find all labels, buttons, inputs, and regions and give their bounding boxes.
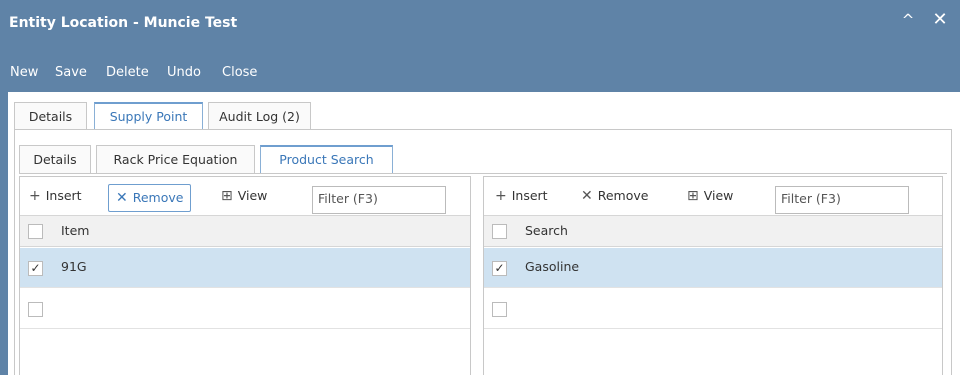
row-checkbox[interactable]: ✓ — [28, 261, 43, 276]
item-cell[interactable]: 91G — [61, 259, 87, 274]
remove-button[interactable]: ✕ Remove — [108, 184, 192, 212]
remove-label: Remove — [597, 188, 649, 203]
item-grid-header: Item — [20, 215, 470, 247]
tab-audit-log[interactable]: Audit Log (2) — [208, 102, 311, 130]
insert-label: Insert — [511, 188, 548, 203]
remove-button[interactable]: ✕ Remove — [581, 186, 648, 208]
row-checkbox[interactable] — [28, 302, 43, 317]
row-checkbox[interactable] — [492, 302, 507, 317]
supply-point-panel: Details Rack Price Equation Product Sear… — [14, 129, 952, 375]
close-icon[interactable]: ✕ — [929, 9, 951, 31]
search-cell[interactable]: Gasoline — [525, 259, 579, 274]
window-title: Entity Location - Muncie Test — [9, 15, 238, 31]
insert-label: Insert — [45, 188, 82, 203]
search-column-header[interactable]: Search — [525, 223, 568, 238]
select-all-checkbox[interactable] — [28, 224, 43, 239]
subtab-rack-price-equation[interactable]: Rack Price Equation — [96, 145, 255, 173]
grid-view-icon: ⊞ — [221, 188, 233, 204]
search-grid-toolbar: + Insert ✕ Remove ⊞ View Filter (F3) — [484, 177, 942, 214]
undo-button[interactable]: Undo — [167, 65, 201, 80]
insert-button[interactable]: + Insert — [29, 186, 82, 208]
select-all-checkbox[interactable] — [492, 224, 507, 239]
save-button[interactable]: Save — [55, 65, 87, 80]
new-button[interactable]: New — [10, 65, 38, 80]
tab-supply-point[interactable]: Supply Point — [94, 102, 203, 130]
item-column-header[interactable]: Item — [61, 223, 89, 238]
insert-button[interactable]: + Insert — [495, 186, 548, 208]
collapse-icon[interactable]: ^ — [897, 9, 919, 31]
subtab-divider — [19, 173, 947, 174]
x-icon: ✕ — [116, 190, 128, 206]
x-icon: ✕ — [581, 188, 593, 204]
remove-label: Remove — [132, 190, 184, 205]
view-button[interactable]: ⊞ View — [687, 186, 733, 208]
entity-location-window: Entity Location - Muncie Test ^ ✕ New Sa… — [0, 0, 960, 375]
filter-input[interactable]: Filter (F3) — [775, 186, 909, 214]
row-checkbox[interactable]: ✓ — [492, 261, 507, 276]
view-button[interactable]: ⊞ View — [221, 186, 267, 208]
delete-button[interactable]: Delete — [106, 65, 149, 80]
subtab-product-search[interactable]: Product Search — [260, 145, 393, 173]
content-area: Details Supply Point Audit Log (2) Detai… — [8, 92, 960, 375]
search-grid-header: Search — [484, 215, 942, 247]
item-grid: + Insert ✕ Remove ⊞ View Filter (F3) Item ✓… — [19, 176, 471, 375]
view-label: View — [237, 188, 268, 203]
tab-details[interactable]: Details — [14, 102, 87, 130]
search-grid: + Insert ✕ Remove ⊞ View Filter (F3) Search… — [483, 176, 943, 375]
item-grid-toolbar: + Insert ✕ Remove ⊞ View Filter (F3) — [20, 177, 470, 214]
close-button[interactable]: Close — [222, 65, 257, 80]
empty-row[interactable] — [20, 289, 470, 329]
table-row[interactable]: ✓ Gasoline — [484, 248, 942, 288]
empty-row[interactable] — [484, 289, 942, 329]
view-label: View — [703, 188, 734, 203]
main-toolbar: New Save Delete Undo Close — [0, 60, 960, 86]
title-bar: Entity Location - Muncie Test ^ ✕ — [0, 0, 960, 50]
plus-icon: + — [495, 188, 507, 204]
subtab-details[interactable]: Details — [19, 145, 91, 173]
table-row[interactable]: ✓ 91G — [20, 248, 470, 288]
plus-icon: + — [29, 188, 41, 204]
filter-input[interactable]: Filter (F3) — [312, 186, 446, 214]
grid-view-icon: ⊞ — [687, 188, 699, 204]
